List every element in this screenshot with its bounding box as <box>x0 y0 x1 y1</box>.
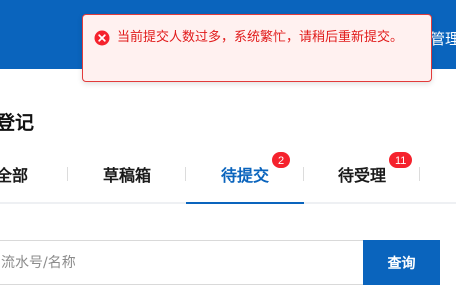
search-input[interactable] <box>0 240 364 285</box>
tab-drafts[interactable]: 草稿箱 <box>68 146 186 202</box>
tab-pending-submit[interactable]: 待提交 2 <box>186 146 304 204</box>
error-toast: 当前提交人数过多，系统繁忙，请稍后重新提交。 <box>82 14 432 82</box>
tab-pending-accept[interactable]: 待受理 11 <box>304 146 420 202</box>
tab-label: 待提交 <box>220 166 269 185</box>
error-icon <box>94 30 110 46</box>
tab-label: 待受理 <box>337 166 386 185</box>
tab-divider <box>419 167 420 181</box>
tab-label: 草稿箱 <box>102 166 151 185</box>
toast-message: 当前提交人数过多，系统繁忙，请稍后重新提交。 <box>117 30 404 45</box>
nav-link-manage[interactable]: 管理 <box>430 30 456 48</box>
page: 管理 登记 全部 草稿箱 待提交 2 待受理 11 查询 当前提交人数过多，系统… <box>0 0 456 285</box>
tab-all[interactable]: 全部 <box>0 146 64 202</box>
tab-label: 全部 <box>0 166 28 185</box>
search-button[interactable]: 查询 <box>363 240 440 285</box>
tab-bar: 全部 草稿箱 待提交 2 待受理 11 <box>0 146 456 204</box>
count-badge: 11 <box>388 151 414 169</box>
page-title: 登记 <box>0 112 35 134</box>
count-badge: 2 <box>271 151 292 169</box>
